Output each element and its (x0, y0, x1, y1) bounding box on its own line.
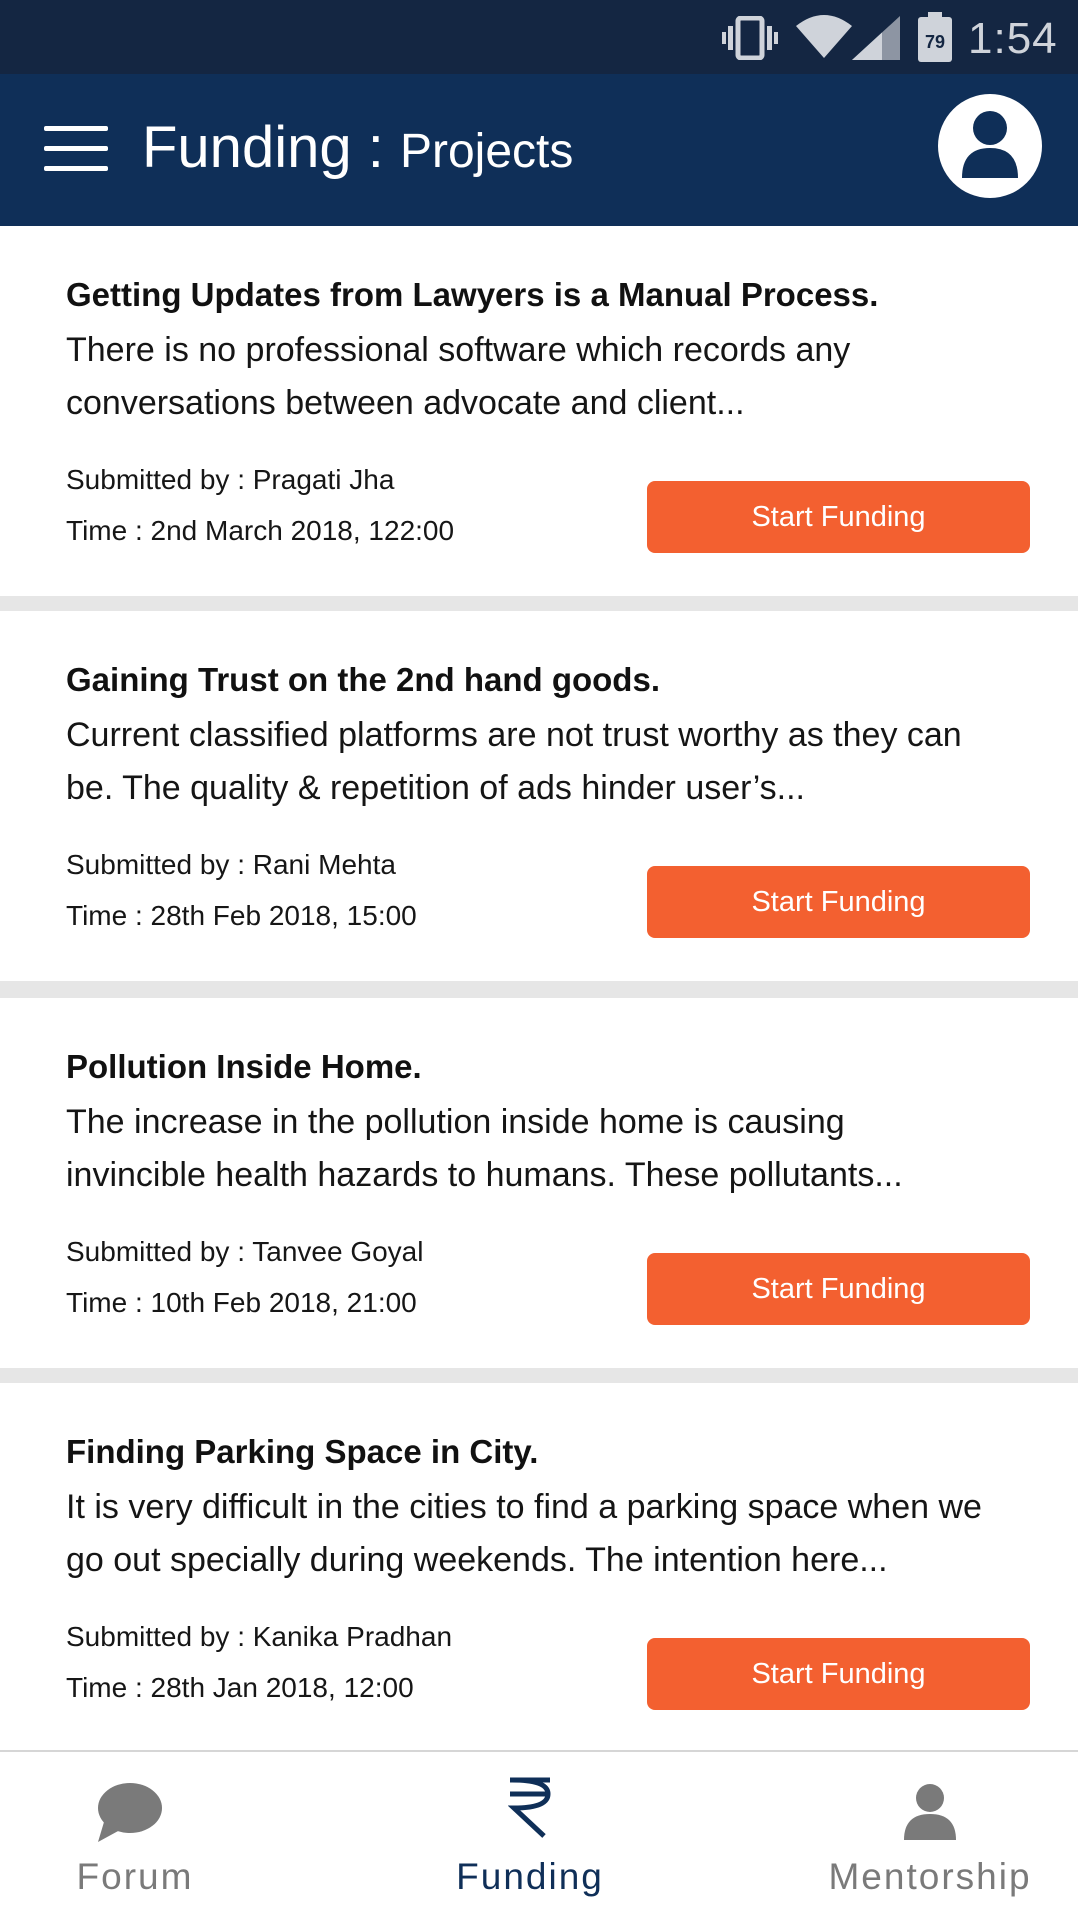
nav-item-mentorship[interactable]: Mentorship (820, 1752, 1040, 1921)
start-funding-button[interactable]: Start Funding (647, 866, 1030, 938)
start-funding-button[interactable]: Start Funding (647, 1253, 1030, 1325)
project-title: Getting Updates from Lawyers is a Manual… (66, 276, 879, 313)
project-card: Finding Parking Space in City. It is ver… (0, 1383, 1078, 1753)
start-funding-button[interactable]: Start Funding (647, 1638, 1030, 1710)
battery-level: 79 (924, 32, 946, 52)
project-title: Finding Parking Space in City. (66, 1433, 539, 1470)
project-card: Gaining Trust on the 2nd hand goods. Cur… (0, 611, 1078, 981)
status-bar: 79 1:54 (0, 0, 1078, 74)
project-time: Time : 28th Jan 2018, 12:00 (66, 1672, 414, 1703)
project-card: Getting Updates from Lawyers is a Manual… (0, 226, 1078, 596)
project-title: Gaining Trust on the 2nd hand goods. (66, 661, 660, 698)
project-description: It is very difficult in the cities to fi… (66, 1488, 982, 1579)
project-time: Time : 10th Feb 2018, 21:00 (66, 1287, 417, 1318)
title-main: Funding (142, 115, 352, 180)
start-funding-button[interactable]: Start Funding (647, 481, 1030, 553)
app-screen: 79 1:54 Funding : Projects Getting Updat… (0, 0, 1081, 1921)
project-card: Pollution Inside Home. The increase in t… (0, 998, 1078, 1368)
vibrate-icon (722, 15, 778, 65)
app-bar: Funding : Projects (0, 74, 1078, 226)
nav-item-forum[interactable]: Forum (40, 1752, 230, 1921)
rupee-icon (508, 1777, 551, 1838)
project-time: Time : 2nd March 2018, 122:00 (66, 515, 455, 546)
wifi-icon (796, 14, 852, 65)
bottom-nav: Forum Funding Mentorship (0, 1750, 1078, 1921)
page-title: Funding : Projects (142, 114, 573, 181)
nav-label-mentorship: Mentorship (828, 1856, 1032, 1897)
profile-icon (962, 111, 1018, 178)
project-submitter: Submitted by : Rani Mehta (66, 849, 396, 880)
nav-label-funding: Funding (456, 1856, 604, 1897)
project-time: Time : 28th Feb 2018, 15:00 (66, 900, 417, 931)
profile-button[interactable] (938, 94, 1042, 198)
project-submitter: Submitted by : Pragati Jha (66, 464, 395, 495)
status-time: 1:54 (968, 14, 1058, 63)
cell-signal-icon (852, 16, 900, 65)
project-description: There is no professional software which … (66, 331, 851, 422)
project-description: The increase in the pollution inside hom… (66, 1103, 903, 1194)
nav-item-funding[interactable]: Funding (430, 1752, 630, 1921)
nav-label-forum: Forum (76, 1856, 194, 1897)
project-submitter: Submitted by : Kanika Pradhan (66, 1621, 453, 1652)
title-separator: : (351, 115, 400, 180)
title-sub: Projects (399, 125, 574, 178)
project-description: Current classified platforms are not tru… (66, 716, 962, 807)
hamburger-menu-icon[interactable] (44, 120, 108, 176)
project-submitter: Submitted by : Tanvee Goyal (66, 1236, 424, 1267)
project-title: Pollution Inside Home. (66, 1048, 422, 1085)
chat-bubble-icon (98, 1783, 162, 1842)
person-icon (904, 1784, 956, 1840)
